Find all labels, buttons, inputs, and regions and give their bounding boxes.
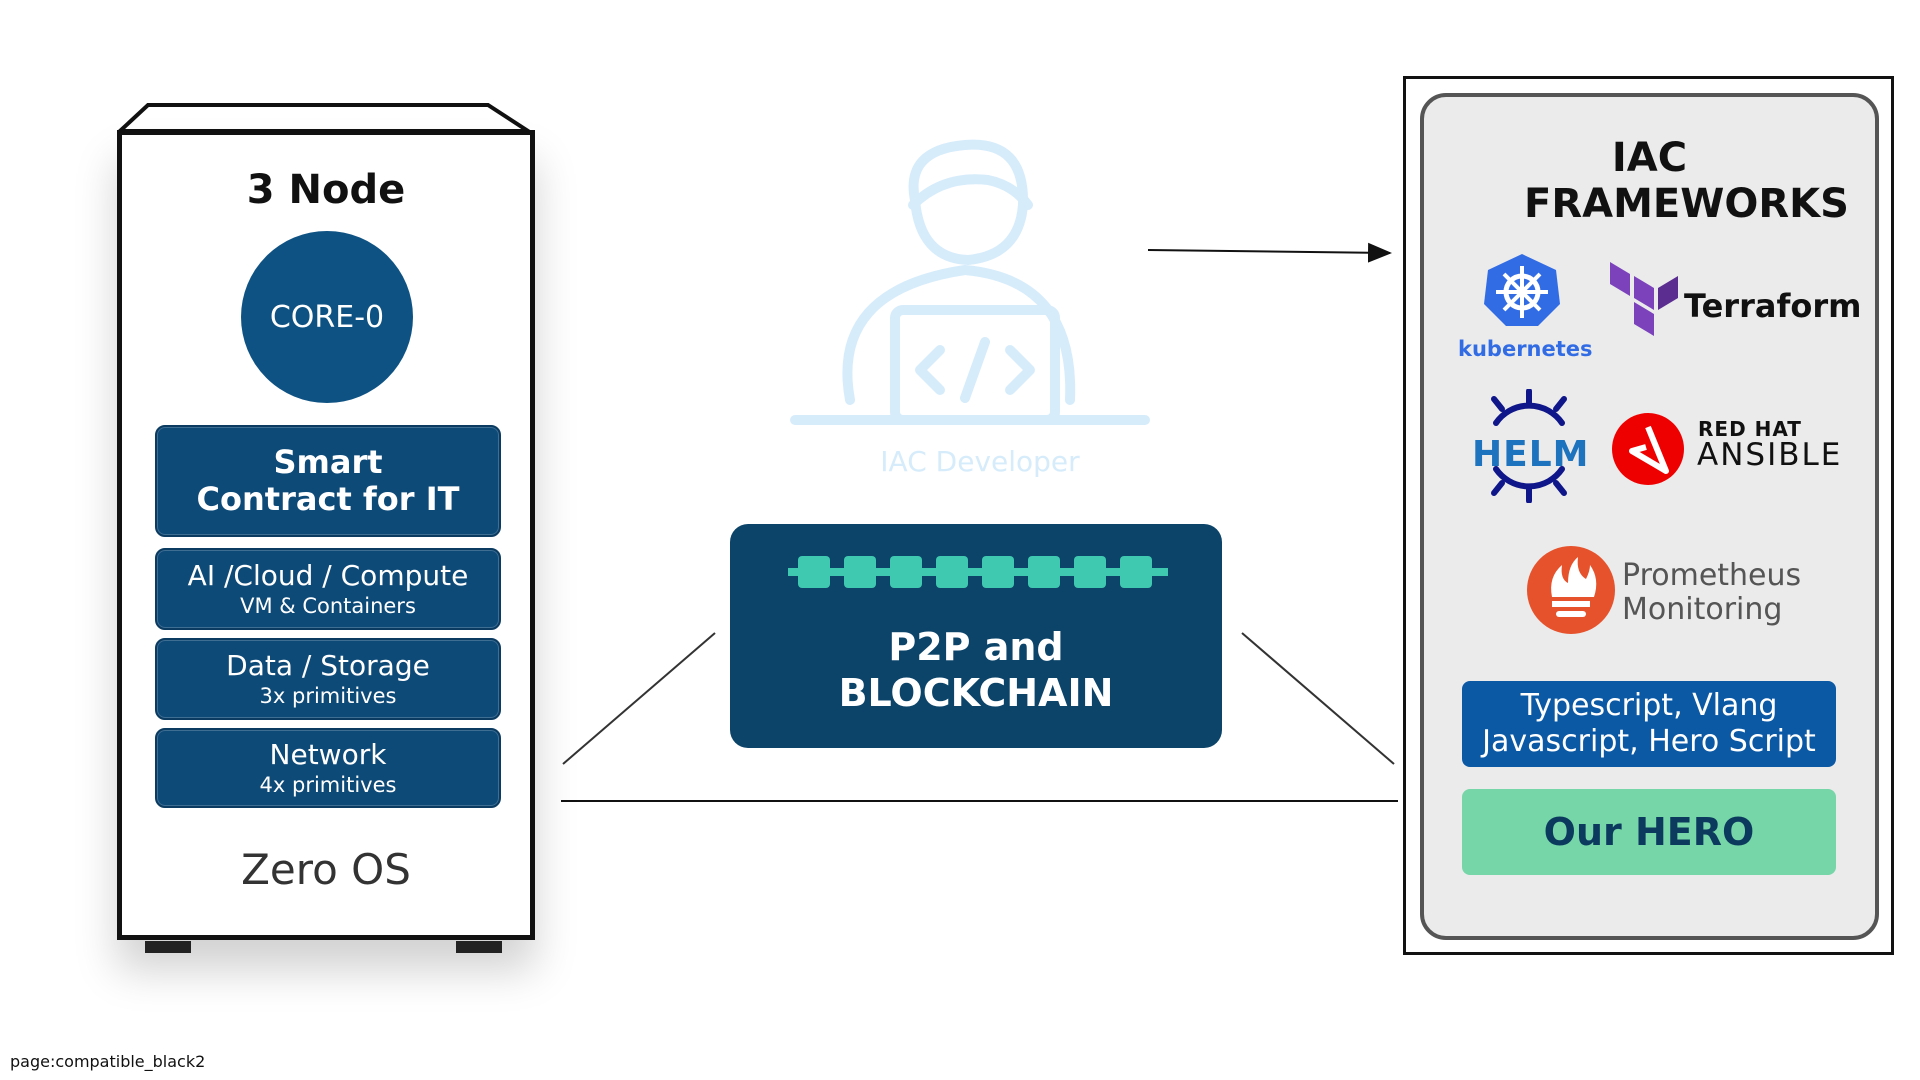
- hero-label: Our HERO: [1543, 810, 1755, 854]
- chain-icon: [788, 556, 1168, 588]
- our-hero-box: Our HERO: [1462, 789, 1836, 875]
- prometheus-line1: Prometheus: [1622, 558, 1802, 593]
- kubernetes-label: kubernetes: [1458, 337, 1593, 361]
- p2p-blockchain-box: P2P and BLOCKCHAIN: [730, 524, 1222, 748]
- node-foot-left: [145, 941, 191, 953]
- node-foot-right: [456, 941, 502, 953]
- iac-frameworks-panel: IAC FRAMEWORKS kubernetes Terraform HELM…: [1420, 93, 1879, 940]
- prometheus-icon: [1527, 546, 1615, 634]
- storage-sublabel: 3x primitives: [259, 684, 397, 708]
- storage-label: Data / Storage: [226, 649, 430, 682]
- terraform-icon: [1610, 262, 1678, 336]
- network-block: Network 4x primitives: [155, 728, 501, 808]
- node-tower: 3 Node CORE-0 Smart Contract for IT AI /…: [117, 130, 535, 940]
- helm-label: HELM: [1472, 434, 1590, 475]
- arrow-to-frameworks: [1147, 242, 1392, 263]
- core-0-circle: CORE-0: [241, 231, 413, 403]
- smart-contract-block: Smart Contract for IT: [155, 425, 501, 537]
- storage-block: Data / Storage 3x primitives: [155, 638, 501, 720]
- languages-line1: Typescript, Vlang: [1520, 688, 1778, 723]
- compute-sublabel: VM & Containers: [240, 594, 416, 618]
- prometheus-line2: Monitoring: [1622, 592, 1783, 627]
- zero-os-label: Zero OS: [241, 845, 411, 894]
- node-top-cap: [118, 103, 535, 133]
- ansible-label: ANSIBLE: [1697, 437, 1843, 473]
- page-label: page:compatible_black2: [10, 1052, 206, 1071]
- iac-title: IAC FRAMEWORKS: [1524, 135, 1849, 227]
- line-left-diagonal: [562, 632, 716, 765]
- terraform-label: Terraform: [1684, 287, 1862, 325]
- developer-icon: [790, 139, 1150, 425]
- compute-block: AI /Cloud / Compute VM & Containers: [155, 548, 501, 630]
- core-label: CORE-0: [269, 299, 385, 335]
- ansible-icon: [1612, 413, 1684, 485]
- compute-label: AI /Cloud / Compute: [187, 559, 469, 592]
- line-right-diagonal: [1241, 632, 1395, 765]
- developer-label: IAC Developer: [880, 445, 1080, 478]
- node-title: 3 Node: [246, 167, 406, 213]
- languages-box: Typescript, Vlang Javascript, Hero Scrip…: [1462, 681, 1836, 767]
- network-label: Network: [269, 738, 387, 771]
- iac-frameworks-frame: IAC FRAMEWORKS kubernetes Terraform HELM…: [1403, 76, 1894, 955]
- languages-line2: Javascript, Hero Script: [1482, 724, 1816, 759]
- prometheus-label: Prometheus Monitoring: [1622, 559, 1801, 627]
- smart-contract-label: Smart Contract for IT: [196, 443, 460, 518]
- p2p-title: P2P and BLOCKCHAIN: [838, 625, 1114, 715]
- kubernetes-icon: [1484, 254, 1560, 326]
- network-sublabel: 4x primitives: [259, 773, 397, 797]
